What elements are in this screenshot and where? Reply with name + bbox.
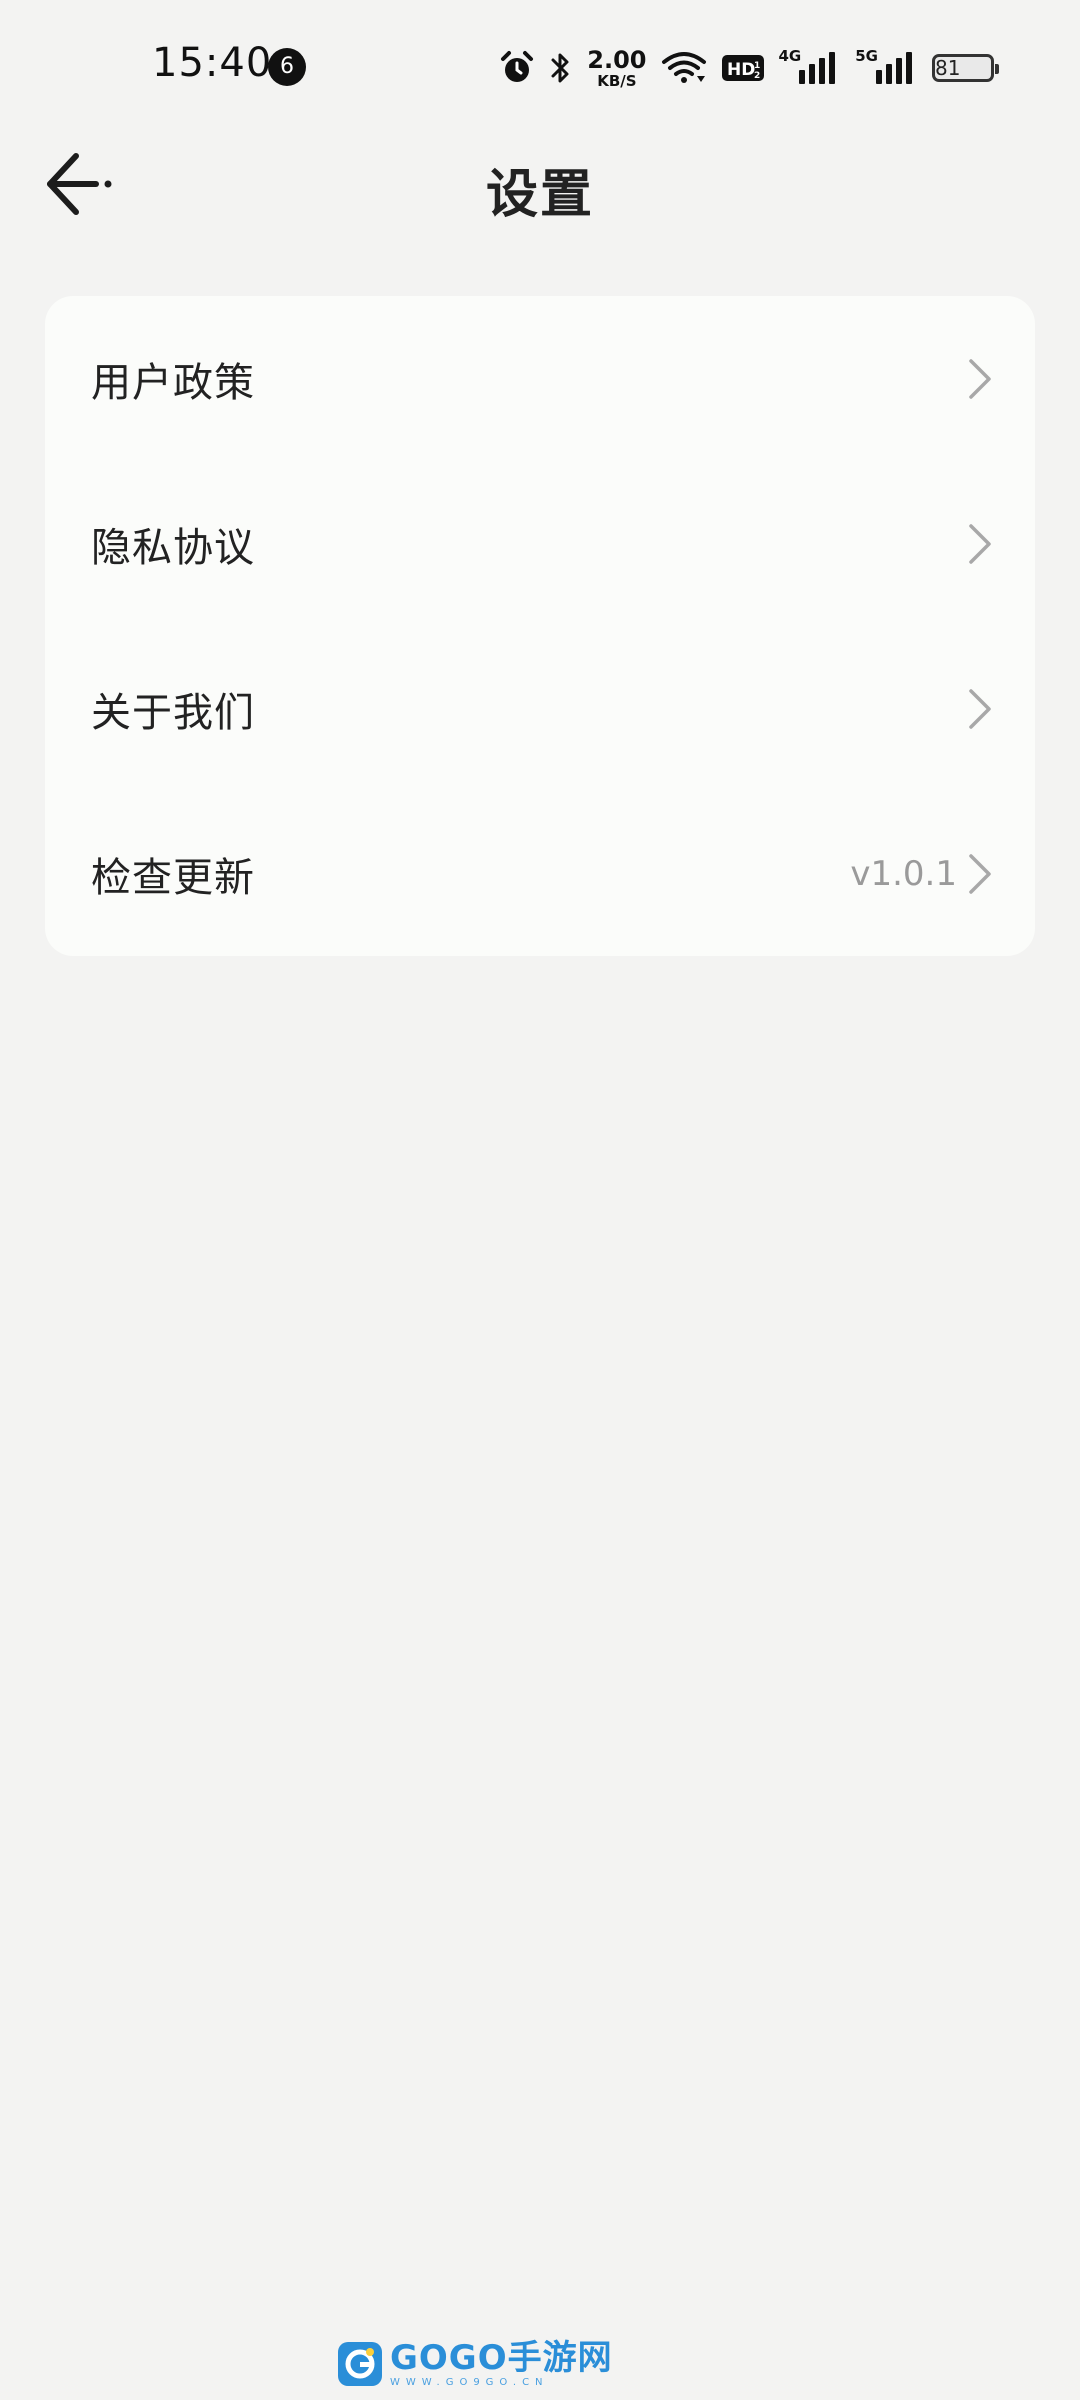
settings-item-privacy[interactable]: 隐私协议 — [45, 461, 1035, 626]
svg-text:1: 1 — [754, 61, 760, 71]
settings-item-label: 检查更新 — [91, 854, 255, 901]
settings-item-user-policy[interactable]: 用户政策 — [45, 296, 1035, 461]
signal-5g-icon: 5G — [855, 47, 918, 86]
chevron-right-icon — [969, 688, 991, 729]
watermark-url: WWW.GO9GO.CN — [390, 2376, 549, 2388]
settings-item-label: 关于我们 — [91, 689, 255, 736]
header: 设置 — [0, 136, 1080, 228]
settings-item-about-us[interactable]: 关于我们 — [45, 626, 1035, 791]
wifi-icon — [661, 50, 707, 86]
status-bar: 15:40 6 2.00 KB/S HD 1 2 4G 5G 81 — [0, 0, 1080, 136]
notification-badge: 6 — [268, 48, 306, 86]
watermark-logo-icon — [338, 2342, 382, 2386]
version-value: v1.0.1 — [850, 853, 957, 894]
svg-text:2: 2 — [754, 71, 760, 81]
watermark: GOGO手游网 WWW.GO9GO.CN — [336, 2336, 613, 2392]
network-speed-unit: KB/S — [597, 71, 637, 90]
status-icons: 2.00 KB/S HD 1 2 4G 5G 81 — [499, 44, 999, 92]
network-5g-label: 5G — [855, 47, 878, 65]
watermark-text: GOGO手游网 — [390, 2337, 613, 2378]
network-speed: 2.00 KB/S — [587, 48, 646, 89]
chevron-right-icon — [969, 358, 991, 399]
hd-voice-icon: HD 1 2 — [721, 53, 765, 83]
signal-4g-icon: 4G — [778, 47, 842, 86]
page-title: 设置 — [485, 165, 594, 225]
settings-item-check-update[interactable]: 检查更新 v1.0.1 — [45, 791, 1035, 956]
settings-item-label: 隐私协议 — [91, 524, 255, 571]
svg-text:HD: HD — [727, 60, 755, 80]
bluetooth-icon — [549, 50, 573, 86]
battery-icon: 81 — [932, 54, 999, 82]
settings-card: 用户政策 隐私协议 关于我们 检查更新 v1.0.1 — [45, 296, 1035, 956]
alarm-icon — [499, 50, 535, 86]
network-speed-value: 2.00 — [587, 45, 647, 74]
chevron-right-icon — [969, 523, 991, 564]
settings-item-label: 用户政策 — [91, 359, 255, 406]
network-4g-label: 4G — [778, 47, 802, 65]
chevron-right-icon — [969, 853, 991, 894]
status-time: 15:40 — [152, 40, 273, 86]
